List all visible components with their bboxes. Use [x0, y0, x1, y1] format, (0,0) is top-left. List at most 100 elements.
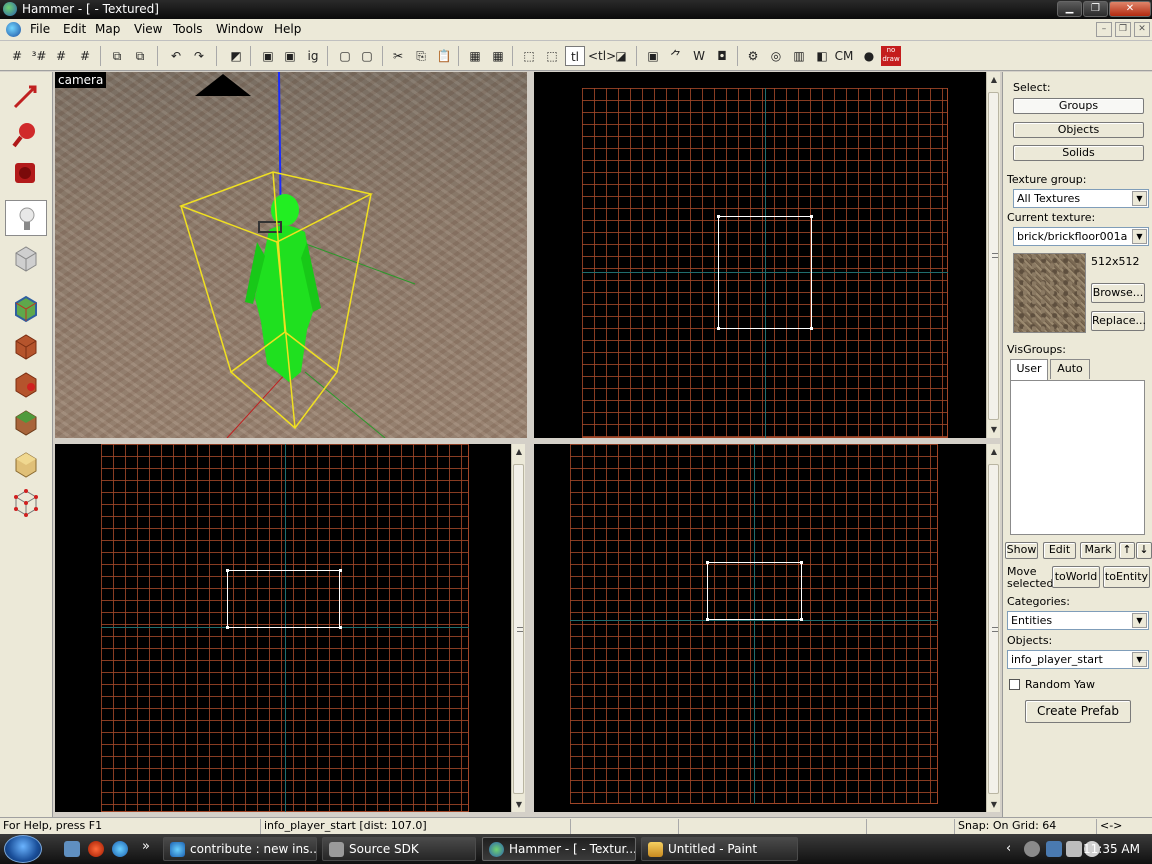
- replace-button[interactable]: Replace...: [1091, 311, 1146, 331]
- apply-current-texture-tool[interactable]: [5, 328, 47, 364]
- menu-file[interactable]: File: [30, 22, 50, 36]
- objects-select[interactable]: info_player_start ▼: [1007, 650, 1149, 669]
- carve-icon[interactable]: ◩: [226, 46, 246, 66]
- move-up-icon[interactable]: ↑: [1119, 542, 1135, 559]
- top-2d-viewport[interactable]: [534, 72, 986, 438]
- camera-viewport[interactable]: camera: [55, 72, 527, 438]
- menu-tools[interactable]: Tools: [173, 22, 203, 36]
- texture-application-tool[interactable]: [5, 290, 47, 326]
- ignore-groups-icon[interactable]: ig: [303, 46, 323, 66]
- current-texture-select[interactable]: brick/brickfloor001a ▼: [1013, 227, 1149, 246]
- select-solids-button[interactable]: Solids: [1013, 145, 1144, 161]
- undo-icon[interactable]: ↶: [166, 46, 186, 66]
- selection-tool[interactable]: [5, 78, 47, 114]
- random-yaw-checkbox[interactable]: [1009, 679, 1020, 690]
- vertex-icon[interactable]: ◪: [611, 46, 631, 66]
- document-icon[interactable]: [6, 22, 21, 37]
- texture-scale-lock-icon[interactable]: ▦: [488, 46, 508, 66]
- texture-preview[interactable]: [1013, 253, 1086, 333]
- toggle-helpers-icon[interactable]: ⬚: [519, 46, 539, 66]
- vertex-tool[interactable]: [5, 484, 47, 520]
- front-selection-box[interactable]: [227, 570, 340, 628]
- menu-map[interactable]: Map: [95, 22, 120, 36]
- steam-tray-icon[interactable]: [1024, 841, 1040, 857]
- minimize-button[interactable]: ▁: [1057, 1, 1082, 17]
- visgroups-list[interactable]: [1010, 380, 1145, 535]
- side-2d-viewport[interactable]: [534, 444, 986, 812]
- clock[interactable]: 11:35 AM: [1083, 842, 1140, 856]
- toggle-models-icon[interactable]: ▣: [643, 46, 663, 66]
- toggle-overlays-icon[interactable]: W: [689, 46, 709, 66]
- select-objects-button[interactable]: Objects: [1013, 122, 1144, 138]
- mdi-minimize-button[interactable]: –: [1096, 22, 1112, 37]
- move-down-icon[interactable]: ↓: [1136, 542, 1152, 559]
- toggle-3d-grid-icon[interactable]: ³#: [29, 46, 49, 66]
- top-view-scrollbar[interactable]: ▲ ▼: [986, 72, 1000, 438]
- camera-tool[interactable]: [5, 154, 47, 190]
- menu-help[interactable]: Help: [274, 22, 301, 36]
- show-desktop-icon[interactable]: [64, 841, 80, 857]
- redo-icon[interactable]: ↷: [189, 46, 209, 66]
- smaller-grid-icon[interactable]: #: [51, 46, 71, 66]
- task-hammer[interactable]: Hammer - [ - Textur...: [482, 837, 636, 861]
- texture-lock-scale-toggle[interactable]: <tl>: [588, 46, 616, 66]
- run-map-icon[interactable]: ⚙: [743, 46, 763, 66]
- toggle-detail-icon[interactable]: ◘: [712, 46, 732, 66]
- maximize-button[interactable]: ❐: [1083, 1, 1108, 17]
- texture-group-select[interactable]: All Textures ▼: [1013, 189, 1149, 208]
- front-view-scrollbar[interactable]: ▲ ▼: [511, 444, 525, 812]
- entity-tool[interactable]: [5, 200, 47, 236]
- block-tool[interactable]: [5, 240, 47, 276]
- menu-view[interactable]: View: [134, 22, 162, 36]
- texture-lock-icon[interactable]: ▦: [465, 46, 485, 66]
- network-icon[interactable]: [1046, 841, 1062, 857]
- quicklaunch-chevron-icon[interactable]: »: [142, 839, 150, 854]
- volume-icon[interactable]: [1066, 841, 1082, 857]
- hide-selected-icon[interactable]: ▣: [258, 46, 278, 66]
- show-connections-icon[interactable]: ◧: [812, 46, 832, 66]
- cordon-edit-icon[interactable]: ▢: [357, 46, 377, 66]
- chevron-down-icon[interactable]: ▼: [1132, 191, 1147, 206]
- visgroup-edit-button[interactable]: Edit: [1043, 542, 1076, 559]
- group-icon[interactable]: ⧉: [107, 46, 127, 66]
- visgroup-show-button[interactable]: Show: [1005, 542, 1038, 559]
- wireframe-icon[interactable]: ▥: [789, 46, 809, 66]
- overlay-tool[interactable]: [5, 404, 47, 440]
- chevron-down-icon[interactable]: ▼: [1132, 652, 1147, 667]
- copy-icon[interactable]: ⎘: [411, 46, 431, 66]
- entity-report-icon[interactable]: ◎: [766, 46, 786, 66]
- larger-grid-icon[interactable]: #: [75, 46, 95, 66]
- front-2d-viewport[interactable]: [55, 444, 511, 812]
- tab-user[interactable]: User: [1010, 359, 1048, 380]
- chevron-down-icon[interactable]: ▼: [1132, 613, 1147, 628]
- nodraw-icon[interactable]: no draw: [881, 46, 901, 66]
- chevron-down-icon[interactable]: ▼: [1132, 229, 1147, 244]
- close-button[interactable]: ✕: [1109, 1, 1151, 17]
- menu-edit[interactable]: Edit: [63, 22, 86, 36]
- task-contribute[interactable]: contribute : new ins...: [163, 837, 317, 861]
- visgroup-mark-button[interactable]: Mark: [1080, 542, 1116, 559]
- task-paint[interactable]: Untitled - Paint: [641, 837, 798, 861]
- clipping-tool[interactable]: [5, 446, 47, 482]
- browse-button[interactable]: Browse...: [1091, 283, 1145, 303]
- side-selection-box[interactable]: [707, 562, 802, 620]
- ungroup-icon[interactable]: ⧉: [130, 46, 150, 66]
- top-selection-box[interactable]: [718, 216, 812, 329]
- magnify-tool[interactable]: [5, 116, 47, 152]
- internet-explorer-icon[interactable]: [112, 841, 128, 857]
- mdi-close-button[interactable]: ✕: [1134, 22, 1150, 37]
- categories-select[interactable]: Entities ▼: [1007, 611, 1149, 630]
- start-button[interactable]: [4, 835, 42, 863]
- to-world-button[interactable]: toWorld: [1052, 566, 1100, 588]
- toggle-grid-icon[interactable]: #: [7, 46, 27, 66]
- cordon-icon[interactable]: ▢: [335, 46, 355, 66]
- decal-tool[interactable]: [5, 366, 47, 402]
- paste-icon[interactable]: 📋: [434, 46, 454, 66]
- select-groups-button[interactable]: Groups: [1013, 98, 1144, 114]
- select-by-handles-icon[interactable]: ⬚: [542, 46, 562, 66]
- tab-auto[interactable]: Auto: [1050, 359, 1090, 379]
- cut-icon[interactable]: ✂: [388, 46, 408, 66]
- toggle-decals-icon[interactable]: ⺈: [666, 46, 686, 66]
- create-prefab-button[interactable]: Create Prefab: [1025, 700, 1131, 723]
- tray-expand-icon[interactable]: ‹: [1006, 841, 1011, 856]
